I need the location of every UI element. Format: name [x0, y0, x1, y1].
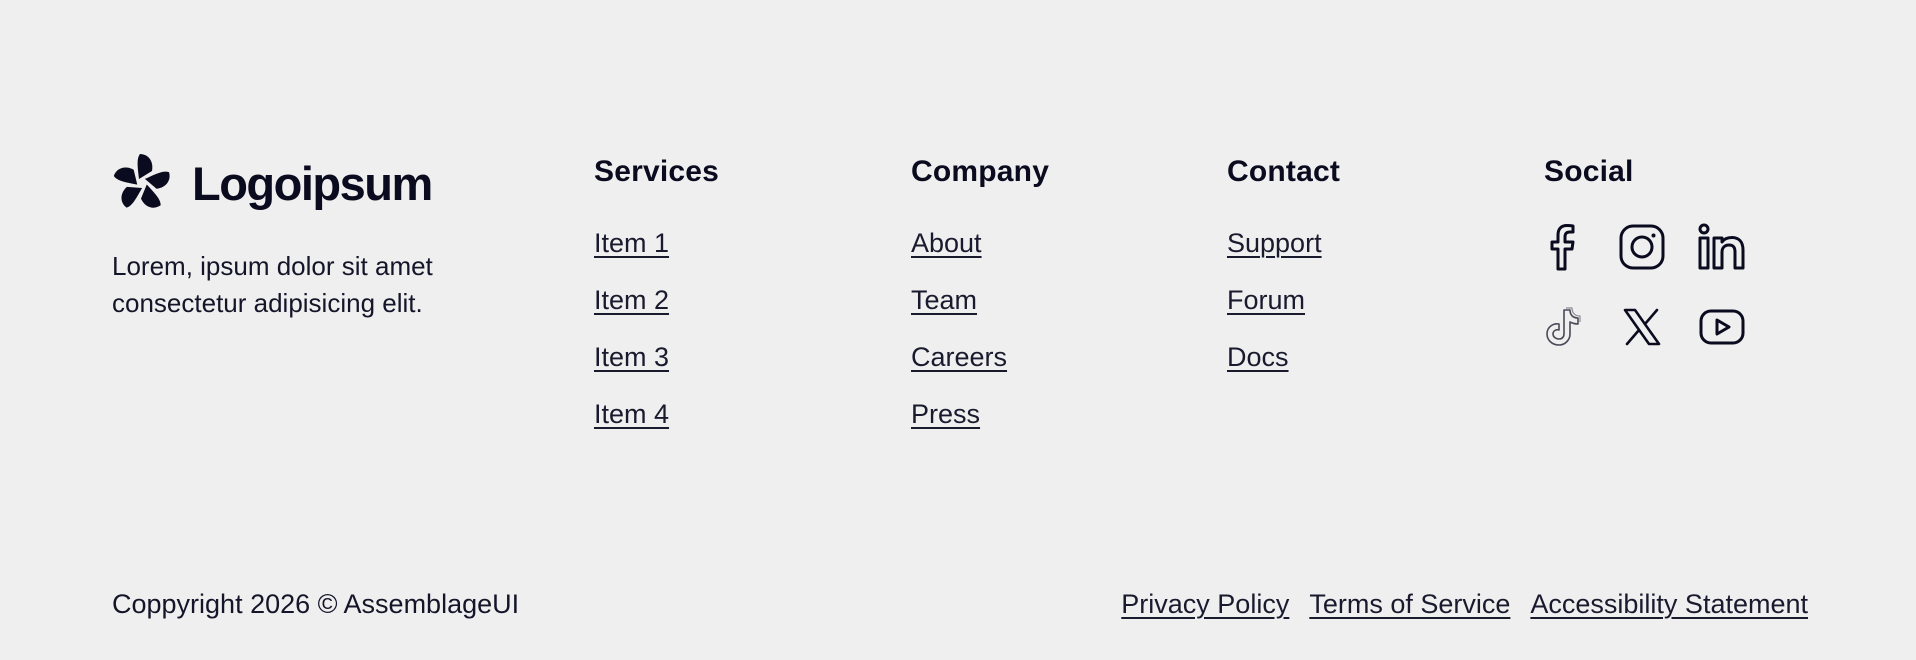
- logo-mark-icon: [113, 154, 170, 208]
- linkedin-icon[interactable]: [1697, 222, 1747, 272]
- facebook-icon[interactable]: [1537, 222, 1587, 272]
- accessibility-statement-link[interactable]: Accessibility Statement: [1530, 586, 1808, 622]
- youtube-icon[interactable]: [1697, 302, 1747, 352]
- privacy-policy-link[interactable]: Privacy Policy: [1121, 586, 1289, 622]
- services-link-item-4[interactable]: Item 4: [594, 399, 669, 429]
- company-link-team[interactable]: Team: [911, 285, 977, 315]
- site-footer: Logoipsum Lorem, ipsum dolor sit amet co…: [0, 0, 1916, 660]
- services-heading: Services: [594, 155, 720, 188]
- brand-tagline: Lorem, ipsum dolor sit amet consectetur …: [112, 251, 433, 318]
- terms-of-service-link[interactable]: Terms of Service: [1309, 586, 1510, 622]
- social-column: Social: [1544, 152, 1745, 346]
- logo-wordmark: Logoipsum: [192, 156, 433, 210]
- company-link-press[interactable]: Press: [911, 399, 980, 429]
- brand-block: Logoipsum Lorem, ipsum dolor sit amet co…: [112, 152, 433, 318]
- services-link-item-3[interactable]: Item 3: [594, 342, 669, 372]
- services-link-item-2[interactable]: Item 2: [594, 285, 669, 315]
- contact-link-forum[interactable]: Forum: [1227, 285, 1305, 315]
- logo[interactable]: Logoipsum: [112, 152, 433, 214]
- contact-link-support[interactable]: Support: [1227, 228, 1322, 258]
- instagram-icon[interactable]: [1617, 222, 1667, 272]
- company-link-careers[interactable]: Careers: [911, 342, 1007, 372]
- services-links: Item 1 Item 2 Item 3 Item 4: [594, 228, 854, 456]
- tiktok-icon[interactable]: [1537, 302, 1587, 352]
- x-icon[interactable]: [1617, 302, 1667, 352]
- contact-links: Support Forum Docs: [1227, 228, 1487, 399]
- contact-column: Contact Support Forum Docs: [1227, 152, 1341, 372]
- company-links: About Team Careers Press: [911, 228, 1171, 456]
- company-heading: Company: [911, 155, 1050, 188]
- company-link-about[interactable]: About: [911, 228, 982, 258]
- services-column: Services Item 1 Item 2 Item 3 Item 4: [594, 152, 720, 429]
- company-column: Company About Team Careers Press: [911, 152, 1050, 429]
- copyright-text: Coppyright 2026 © AssemblageUI: [112, 589, 520, 619]
- contact-heading: Contact: [1227, 155, 1341, 188]
- services-link-item-1[interactable]: Item 1: [594, 228, 669, 258]
- social-heading: Social: [1544, 155, 1634, 188]
- legal-links: Privacy Policy Terms of Service Accessib…: [1121, 586, 1808, 622]
- contact-link-docs[interactable]: Docs: [1227, 342, 1289, 372]
